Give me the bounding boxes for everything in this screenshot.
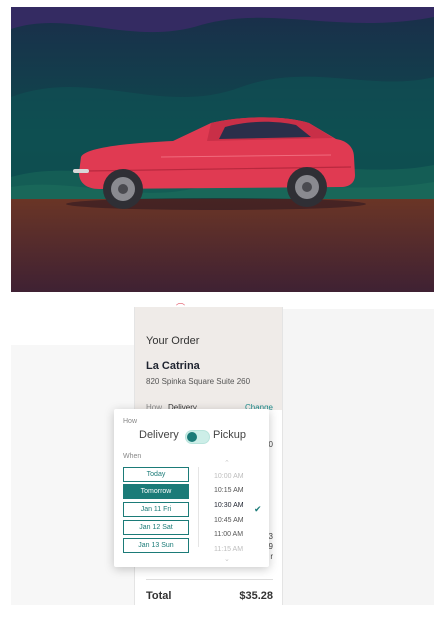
toggle-knob [187,432,197,442]
top-strip [11,295,281,307]
check-icon: ✔ [254,504,262,514]
hidden-fragment: r [270,552,273,561]
time-option-1015[interactable]: 10:15 AM [214,487,244,494]
time-list-divider [198,467,199,547]
chevron-up-icon[interactable]: ⌃ [224,459,230,467]
day-button-jan-13[interactable]: Jan 13 Sun [123,538,189,553]
hidden-fragment: 3 [268,532,273,541]
order-header: Your Order La Catrina 820 Spinka Square … [135,307,282,412]
chevron-down-icon[interactable]: ⌄ [224,555,230,563]
hero-illustration [11,7,434,293]
pickup-option[interactable]: Pickup [213,429,246,441]
time-option-1115[interactable]: 11:15 AM [214,546,243,553]
total-divider [146,579,273,580]
day-button-jan-12[interactable]: Jan 12 Sat [123,520,189,535]
hidden-fragment: 9 [268,542,273,551]
blank-pane [281,309,434,605]
order-title: Your Order [146,335,200,347]
day-button-today[interactable]: Today [123,467,189,482]
hidden-fragment: 0 [268,440,273,449]
time-option-1045[interactable]: 10:45 AM [214,517,244,524]
how-section-label: How [123,418,138,425]
delivery-option[interactable]: Delivery [139,429,179,441]
day-button-tomorrow[interactable]: Tomorrow [123,484,189,499]
when-section-label: When [123,453,142,460]
restaurant-address: 820 Spinka Square Suite 260 [146,377,251,386]
time-option-1030[interactable]: 10:30 AM [214,502,244,509]
delivery-time-popup: How Delivery Pickup When Today Tomorrow … [114,409,269,567]
delivery-pickup-toggle[interactable] [185,430,210,444]
main-header-bar [11,307,134,346]
restaurant-name: La Catrina [146,360,200,372]
day-button-jan-11[interactable]: Jan 11 Fri [123,502,189,517]
time-option-1000[interactable]: 10:00 AM [214,473,244,480]
car-scene-svg [11,7,434,293]
total-label: Total [146,590,172,602]
total-value: $35.28 [239,590,273,602]
time-option-1100[interactable]: 11:00 AM [214,531,243,538]
